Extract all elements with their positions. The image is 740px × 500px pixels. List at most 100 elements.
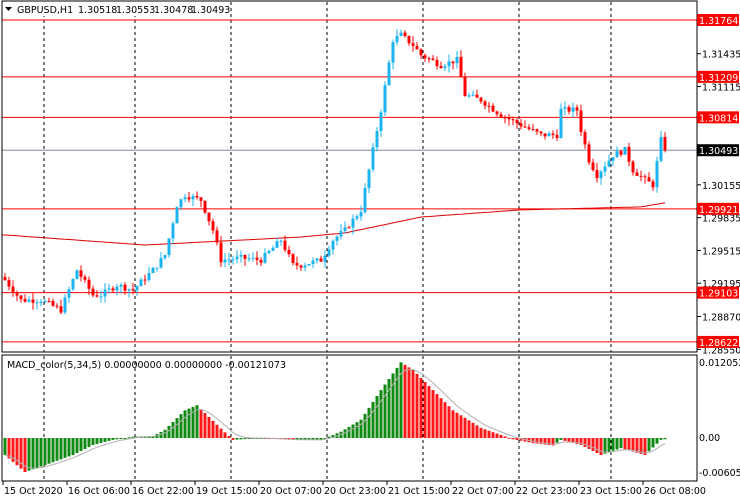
candle[interactable] bbox=[551, 130, 555, 139]
candle[interactable] bbox=[495, 110, 499, 117]
candle[interactable] bbox=[507, 113, 511, 126]
candle[interactable] bbox=[583, 129, 587, 149]
candle[interactable] bbox=[319, 255, 323, 262]
candle[interactable] bbox=[115, 283, 119, 296]
candle[interactable] bbox=[339, 224, 343, 240]
candle[interactable] bbox=[187, 191, 191, 203]
candle[interactable] bbox=[215, 226, 219, 246]
candle[interactable] bbox=[7, 276, 11, 291]
candle[interactable] bbox=[419, 48, 423, 59]
candle[interactable] bbox=[627, 142, 631, 167]
candle[interactable] bbox=[447, 54, 451, 73]
candle[interactable] bbox=[499, 111, 503, 119]
candle[interactable] bbox=[587, 141, 591, 166]
candle[interactable] bbox=[603, 161, 607, 177]
candle[interactable] bbox=[295, 256, 299, 270]
candle[interactable] bbox=[611, 157, 615, 167]
candle[interactable] bbox=[383, 81, 387, 117]
candle[interactable] bbox=[335, 235, 339, 246]
candle[interactable] bbox=[139, 277, 143, 287]
candle[interactable] bbox=[443, 64, 447, 72]
candle[interactable] bbox=[307, 263, 311, 266]
candle[interactable] bbox=[403, 30, 407, 38]
candle[interactable] bbox=[267, 249, 271, 255]
candle[interactable] bbox=[427, 56, 431, 63]
candle[interactable] bbox=[291, 252, 295, 266]
candle[interactable] bbox=[251, 252, 255, 263]
candle[interactable] bbox=[155, 267, 159, 272]
candle[interactable] bbox=[659, 130, 663, 163]
candle[interactable] bbox=[595, 162, 599, 183]
candle[interactable] bbox=[247, 253, 251, 262]
candle[interactable] bbox=[623, 146, 627, 155]
candle[interactable] bbox=[391, 39, 395, 70]
candle[interactable] bbox=[327, 245, 331, 258]
candle[interactable] bbox=[567, 104, 571, 115]
candle[interactable] bbox=[107, 283, 111, 294]
candle[interactable] bbox=[543, 133, 547, 140]
candle[interactable] bbox=[411, 36, 415, 52]
candle[interactable] bbox=[303, 262, 307, 272]
candle[interactable] bbox=[83, 274, 87, 283]
candle[interactable] bbox=[527, 124, 531, 131]
candle[interactable] bbox=[635, 168, 639, 177]
candle[interactable] bbox=[3, 272, 7, 281]
candle[interactable] bbox=[227, 252, 231, 266]
candle[interactable] bbox=[515, 118, 519, 129]
candle[interactable] bbox=[191, 193, 195, 206]
candle[interactable] bbox=[423, 53, 427, 62]
candle[interactable] bbox=[171, 221, 175, 245]
candle[interactable] bbox=[347, 225, 351, 229]
candle[interactable] bbox=[39, 298, 43, 307]
candle[interactable] bbox=[243, 254, 247, 266]
candle[interactable] bbox=[31, 292, 35, 310]
candle[interactable] bbox=[591, 158, 595, 172]
candle[interactable] bbox=[263, 248, 267, 264]
candle[interactable] bbox=[235, 250, 239, 264]
candle[interactable] bbox=[539, 131, 543, 137]
candle[interactable] bbox=[491, 103, 495, 113]
candle[interactable] bbox=[231, 255, 235, 265]
candle[interactable] bbox=[435, 56, 439, 70]
candle[interactable] bbox=[531, 124, 535, 131]
candle[interactable] bbox=[475, 89, 479, 98]
candle[interactable] bbox=[87, 276, 91, 295]
candle[interactable] bbox=[343, 221, 347, 234]
candle[interactable] bbox=[331, 239, 335, 255]
candle[interactable] bbox=[19, 295, 23, 303]
candle[interactable] bbox=[287, 245, 291, 257]
candle[interactable] bbox=[555, 129, 559, 142]
candle[interactable] bbox=[183, 193, 187, 203]
candle[interactable] bbox=[199, 196, 203, 208]
candle[interactable] bbox=[151, 266, 155, 274]
candle[interactable] bbox=[471, 90, 475, 97]
candle[interactable] bbox=[211, 218, 215, 235]
candle[interactable] bbox=[35, 299, 39, 310]
candle[interactable] bbox=[79, 265, 83, 282]
candle[interactable] bbox=[311, 257, 315, 268]
candle[interactable] bbox=[467, 92, 471, 99]
candle[interactable] bbox=[159, 251, 163, 269]
candle[interactable] bbox=[631, 159, 635, 176]
candle[interactable] bbox=[599, 169, 603, 185]
candle[interactable] bbox=[119, 282, 123, 294]
candle[interactable] bbox=[275, 237, 279, 249]
candle[interactable] bbox=[111, 286, 115, 293]
candle[interactable] bbox=[223, 253, 227, 268]
candle[interactable] bbox=[459, 50, 463, 78]
candle[interactable] bbox=[455, 50, 459, 69]
candle[interactable] bbox=[143, 274, 147, 286]
candle[interactable] bbox=[11, 280, 15, 297]
candle[interactable] bbox=[575, 104, 579, 117]
candle[interactable] bbox=[483, 99, 487, 110]
candle[interactable] bbox=[451, 61, 455, 70]
candle[interactable] bbox=[27, 296, 31, 303]
candle[interactable] bbox=[363, 183, 367, 215]
candle[interactable] bbox=[23, 294, 27, 303]
candle[interactable] bbox=[147, 266, 151, 282]
candle[interactable] bbox=[519, 118, 523, 130]
candle[interactable] bbox=[415, 42, 419, 50]
candle[interactable] bbox=[95, 289, 99, 298]
candle[interactable] bbox=[439, 61, 443, 69]
candle[interactable] bbox=[431, 55, 435, 61]
